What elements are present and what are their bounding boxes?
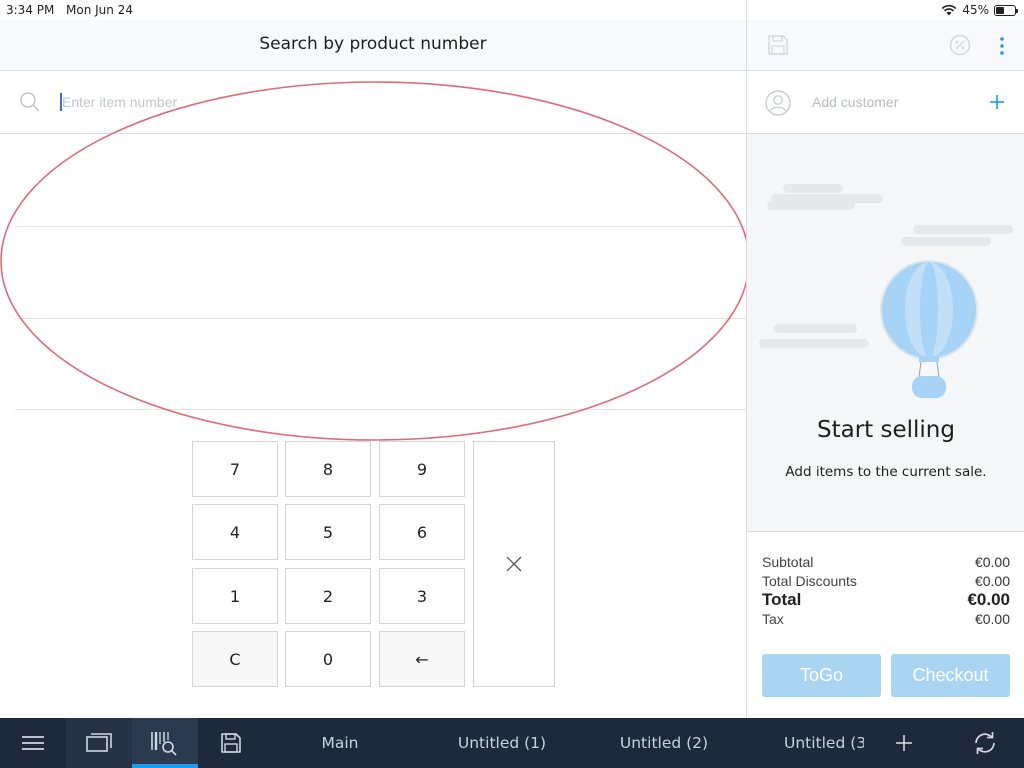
product-search-panel: Search by product number 7 8 9 4 5 6 1 2…	[0, 0, 750, 718]
product-search-button[interactable]	[132, 718, 198, 768]
bottom-toolbar: Main Untitled (1) Untitled (2) Untitled …	[0, 718, 1024, 768]
barcode-search-icon	[151, 732, 177, 756]
total-row: Total €0.00	[762, 590, 1010, 610]
keypad-key-8[interactable]: 8	[285, 441, 371, 497]
keypad-key-backspace[interactable]: ←	[379, 631, 465, 687]
save-icon[interactable]	[767, 34, 789, 56]
add-customer-plus-icon[interactable]	[989, 94, 1005, 110]
cloud-shape	[767, 201, 855, 210]
add-customer-label: Add customer	[812, 94, 899, 110]
total-value: €0.00	[967, 590, 1010, 609]
discounts-row: Total Discounts €0.00	[762, 573, 1010, 589]
highlight-ellipse	[0, 81, 750, 441]
checkout-button[interactable]: Checkout	[891, 654, 1010, 697]
search-icon	[20, 92, 40, 112]
save-sale-button[interactable]	[198, 718, 264, 768]
cloud-shape	[913, 225, 1013, 234]
cloud-shape	[759, 339, 869, 348]
result-divider	[15, 318, 746, 319]
total-label: Total	[762, 590, 802, 609]
keypad-key-5[interactable]: 5	[285, 504, 371, 560]
tab-untitled-3[interactable]: Untitled (3)	[784, 718, 864, 768]
empty-state-subtitle: Add items to the current sale.	[785, 464, 987, 480]
cloud-shape	[783, 184, 843, 193]
keypad-cancel-button[interactable]	[473, 441, 555, 687]
save-icon	[221, 733, 241, 753]
plus-icon	[896, 735, 912, 751]
discounts-value: €0.00	[974, 573, 1010, 589]
result-divider	[15, 226, 746, 227]
cloud-shape	[773, 324, 857, 333]
empty-cart-state: Start selling Add items to the current s…	[747, 134, 1024, 532]
layouts-button[interactable]	[66, 718, 132, 768]
subtotal-value: €0.00	[974, 554, 1010, 570]
keypad-key-2[interactable]: 2	[285, 568, 371, 624]
tax-value: €0.00	[974, 611, 1010, 627]
tab-untitled-1[interactable]: Untitled (1)	[447, 718, 557, 768]
cloud-shape	[901, 237, 991, 246]
tab-main[interactable]: Main	[285, 718, 395, 768]
empty-state-title: Start selling	[817, 417, 955, 443]
tab-untitled-2[interactable]: Untitled (2)	[609, 718, 719, 768]
subtotal-row: Subtotal €0.00	[762, 554, 1010, 570]
togo-button[interactable]: ToGo	[762, 654, 881, 697]
customer-avatar-icon	[765, 90, 791, 116]
keypad-key-0[interactable]: 0	[285, 631, 371, 687]
keypad-key-4[interactable]: 4	[192, 504, 278, 560]
tax-label: Tax	[762, 611, 784, 627]
windows-icon	[86, 733, 112, 752]
add-customer-row[interactable]: Add customer	[747, 71, 1024, 134]
result-divider	[15, 409, 746, 410]
sale-panel: Add customer Start selling Add items to …	[746, 0, 1024, 718]
refresh-icon	[975, 732, 995, 754]
totals-summary: Subtotal €0.00 Total Discounts €0.00 Tot…	[762, 554, 1010, 627]
keypad-key-clear[interactable]: C	[192, 631, 278, 687]
search-row	[0, 71, 746, 134]
keypad-key-9[interactable]: 9	[379, 441, 465, 497]
menu-button[interactable]	[0, 718, 66, 768]
right-header	[747, 20, 1024, 71]
left-header: Search by product number	[0, 20, 746, 71]
keypad-key-6[interactable]: 6	[379, 504, 465, 560]
hot-air-balloon-icon	[880, 260, 978, 398]
close-icon	[506, 556, 522, 572]
keypad-key-7[interactable]: 7	[192, 441, 278, 497]
more-options-icon[interactable]	[999, 36, 1005, 56]
item-number-input[interactable]	[62, 89, 702, 115]
keypad-key-1[interactable]: 1	[192, 568, 278, 624]
discount-icon[interactable]	[949, 34, 971, 56]
tax-row: Tax €0.00	[762, 611, 1010, 627]
keypad-key-3[interactable]: 3	[379, 568, 465, 624]
add-tab-button[interactable]	[882, 718, 926, 768]
discounts-label: Total Discounts	[762, 573, 857, 589]
page-title: Search by product number	[259, 34, 487, 54]
subtotal-label: Subtotal	[762, 554, 814, 570]
hamburger-menu-icon	[22, 736, 44, 750]
sync-button[interactable]	[958, 718, 1012, 768]
